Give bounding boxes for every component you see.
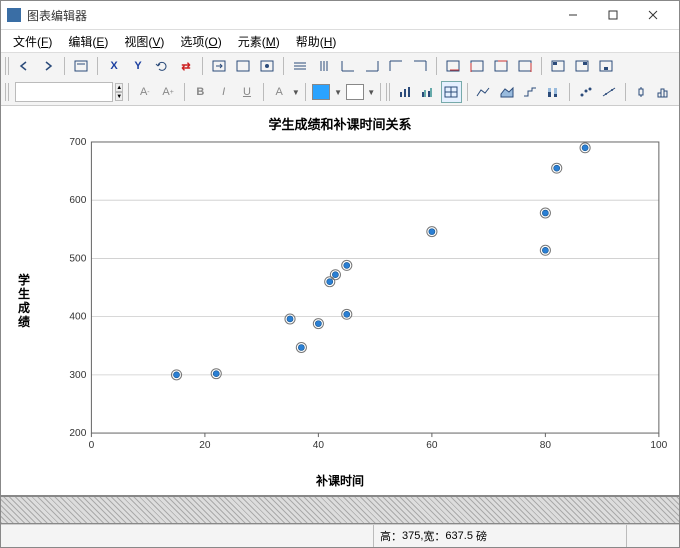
toolbar-grip[interactable] bbox=[5, 57, 11, 75]
box-plot-icon[interactable] bbox=[631, 81, 652, 103]
minimize-button[interactable] bbox=[553, 3, 593, 27]
fill-color-icon[interactable] bbox=[311, 81, 332, 103]
axis-right-icon[interactable] bbox=[409, 55, 431, 77]
toolbar-grip[interactable] bbox=[386, 83, 392, 101]
font-size-up[interactable]: ▲ bbox=[115, 83, 123, 92]
svg-text:600: 600 bbox=[69, 195, 86, 206]
bold-icon[interactable]: B bbox=[190, 81, 211, 103]
svg-text:40: 40 bbox=[313, 440, 325, 451]
title-bar: 图表编辑器 bbox=[1, 1, 679, 30]
svg-text:0: 0 bbox=[89, 440, 95, 451]
y-axis-icon[interactable]: Y bbox=[127, 55, 149, 77]
close-button[interactable] bbox=[633, 3, 673, 27]
axis-max-icon[interactable] bbox=[361, 55, 383, 77]
label-b-icon[interactable] bbox=[466, 55, 488, 77]
text-color-drop[interactable]: ▼ bbox=[292, 82, 300, 102]
plot-area[interactable]: 200 300 400 500 600 700 0 20 40 60 80 100 bbox=[61, 136, 669, 455]
toolbar-row-1: X Y ⇄ bbox=[1, 53, 679, 79]
fit-line-icon[interactable] bbox=[598, 81, 619, 103]
axis-top-icon[interactable] bbox=[385, 55, 407, 77]
legend-tr-icon[interactable] bbox=[571, 55, 593, 77]
fill-color-drop[interactable]: ▼ bbox=[334, 82, 342, 102]
histogram-icon[interactable] bbox=[654, 81, 675, 103]
menu-m[interactable]: 元素(M) bbox=[230, 31, 288, 52]
menu-e[interactable]: 编辑(E) bbox=[60, 31, 116, 52]
chart-canvas[interactable]: 学生成绩和补课时间关系 学生成绩 补课时间 200300400500600700… bbox=[1, 106, 679, 495]
svg-text:300: 300 bbox=[69, 370, 86, 381]
text-box-icon[interactable] bbox=[70, 55, 92, 77]
properties-icon[interactable] bbox=[256, 55, 278, 77]
redo-icon[interactable] bbox=[37, 55, 59, 77]
rotate-icon[interactable] bbox=[151, 55, 173, 77]
stacked-chart-icon[interactable] bbox=[543, 81, 564, 103]
toolbar-row-2: ▲▼ A- A+ B I U A▼ ▼ ▼ bbox=[1, 79, 679, 105]
app-icon bbox=[7, 8, 21, 22]
font-select[interactable] bbox=[15, 82, 113, 102]
svg-text:60: 60 bbox=[426, 440, 438, 451]
svg-text:400: 400 bbox=[69, 312, 86, 323]
maximize-button[interactable] bbox=[593, 3, 633, 27]
text-color-icon[interactable]: A bbox=[269, 81, 290, 103]
label-c-icon[interactable] bbox=[490, 55, 512, 77]
resize-area bbox=[1, 495, 679, 524]
font-dec-icon[interactable]: A- bbox=[134, 81, 155, 103]
swap-icon[interactable]: ⇄ bbox=[175, 55, 197, 77]
menu-f[interactable]: 文件(F) bbox=[5, 31, 60, 52]
toolbar-grip[interactable] bbox=[5, 83, 11, 101]
line-chart-icon[interactable] bbox=[473, 81, 494, 103]
underline-icon[interactable]: U bbox=[236, 81, 257, 103]
undo-icon[interactable] bbox=[13, 55, 35, 77]
menu-o[interactable]: 选项(O) bbox=[172, 31, 229, 52]
axis-min-icon[interactable] bbox=[337, 55, 359, 77]
italic-icon[interactable]: I bbox=[213, 81, 234, 103]
y-axis-label[interactable]: 学生成绩 bbox=[17, 273, 31, 329]
grid-v-icon[interactable] bbox=[313, 55, 335, 77]
grid-icon[interactable] bbox=[441, 81, 462, 103]
go-to-icon[interactable] bbox=[208, 55, 230, 77]
svg-text:100: 100 bbox=[650, 440, 667, 451]
toolbar-area: X Y ⇄ ▲▼ bbox=[1, 53, 679, 106]
status-pane bbox=[626, 525, 679, 547]
x-axis-icon[interactable]: X bbox=[103, 55, 125, 77]
menu-bar: 文件(F)编辑(E)视图(V)选项(O)元素(M)帮助(H) bbox=[1, 30, 679, 53]
grid-h-icon[interactable] bbox=[289, 55, 311, 77]
status-dims: 高：375, 宽：637.5 磅 bbox=[373, 525, 626, 547]
cluster-chart-icon[interactable] bbox=[417, 81, 438, 103]
menu-v[interactable]: 视图(V) bbox=[116, 31, 172, 52]
svg-text:80: 80 bbox=[540, 440, 552, 451]
legend-tl-icon[interactable] bbox=[547, 55, 569, 77]
menu-h[interactable]: 帮助(H) bbox=[288, 31, 345, 52]
step-chart-icon[interactable] bbox=[519, 81, 540, 103]
line-color-icon[interactable] bbox=[344, 81, 365, 103]
area-chart-icon[interactable] bbox=[496, 81, 517, 103]
svg-text:200: 200 bbox=[69, 428, 86, 439]
legend-bot-icon[interactable] bbox=[595, 55, 617, 77]
x-axis-label[interactable]: 补课时间 bbox=[1, 472, 679, 489]
scatter-chart-icon[interactable] bbox=[575, 81, 596, 103]
window-title: 图表编辑器 bbox=[27, 7, 553, 24]
svg-text:700: 700 bbox=[69, 137, 86, 148]
line-color-drop[interactable]: ▼ bbox=[367, 82, 375, 102]
select-icon[interactable] bbox=[232, 55, 254, 77]
chart-title[interactable]: 学生成绩和补课时间关系 bbox=[1, 114, 679, 133]
label-a-icon[interactable] bbox=[442, 55, 464, 77]
font-inc-icon[interactable]: A+ bbox=[157, 81, 178, 103]
bar-chart-icon[interactable] bbox=[394, 81, 415, 103]
font-size-down[interactable]: ▼ bbox=[115, 92, 123, 101]
label-d-icon[interactable] bbox=[514, 55, 536, 77]
status-bar: 高：375, 宽：637.5 磅 bbox=[1, 524, 679, 547]
svg-text:500: 500 bbox=[69, 253, 86, 264]
svg-text:20: 20 bbox=[199, 440, 211, 451]
